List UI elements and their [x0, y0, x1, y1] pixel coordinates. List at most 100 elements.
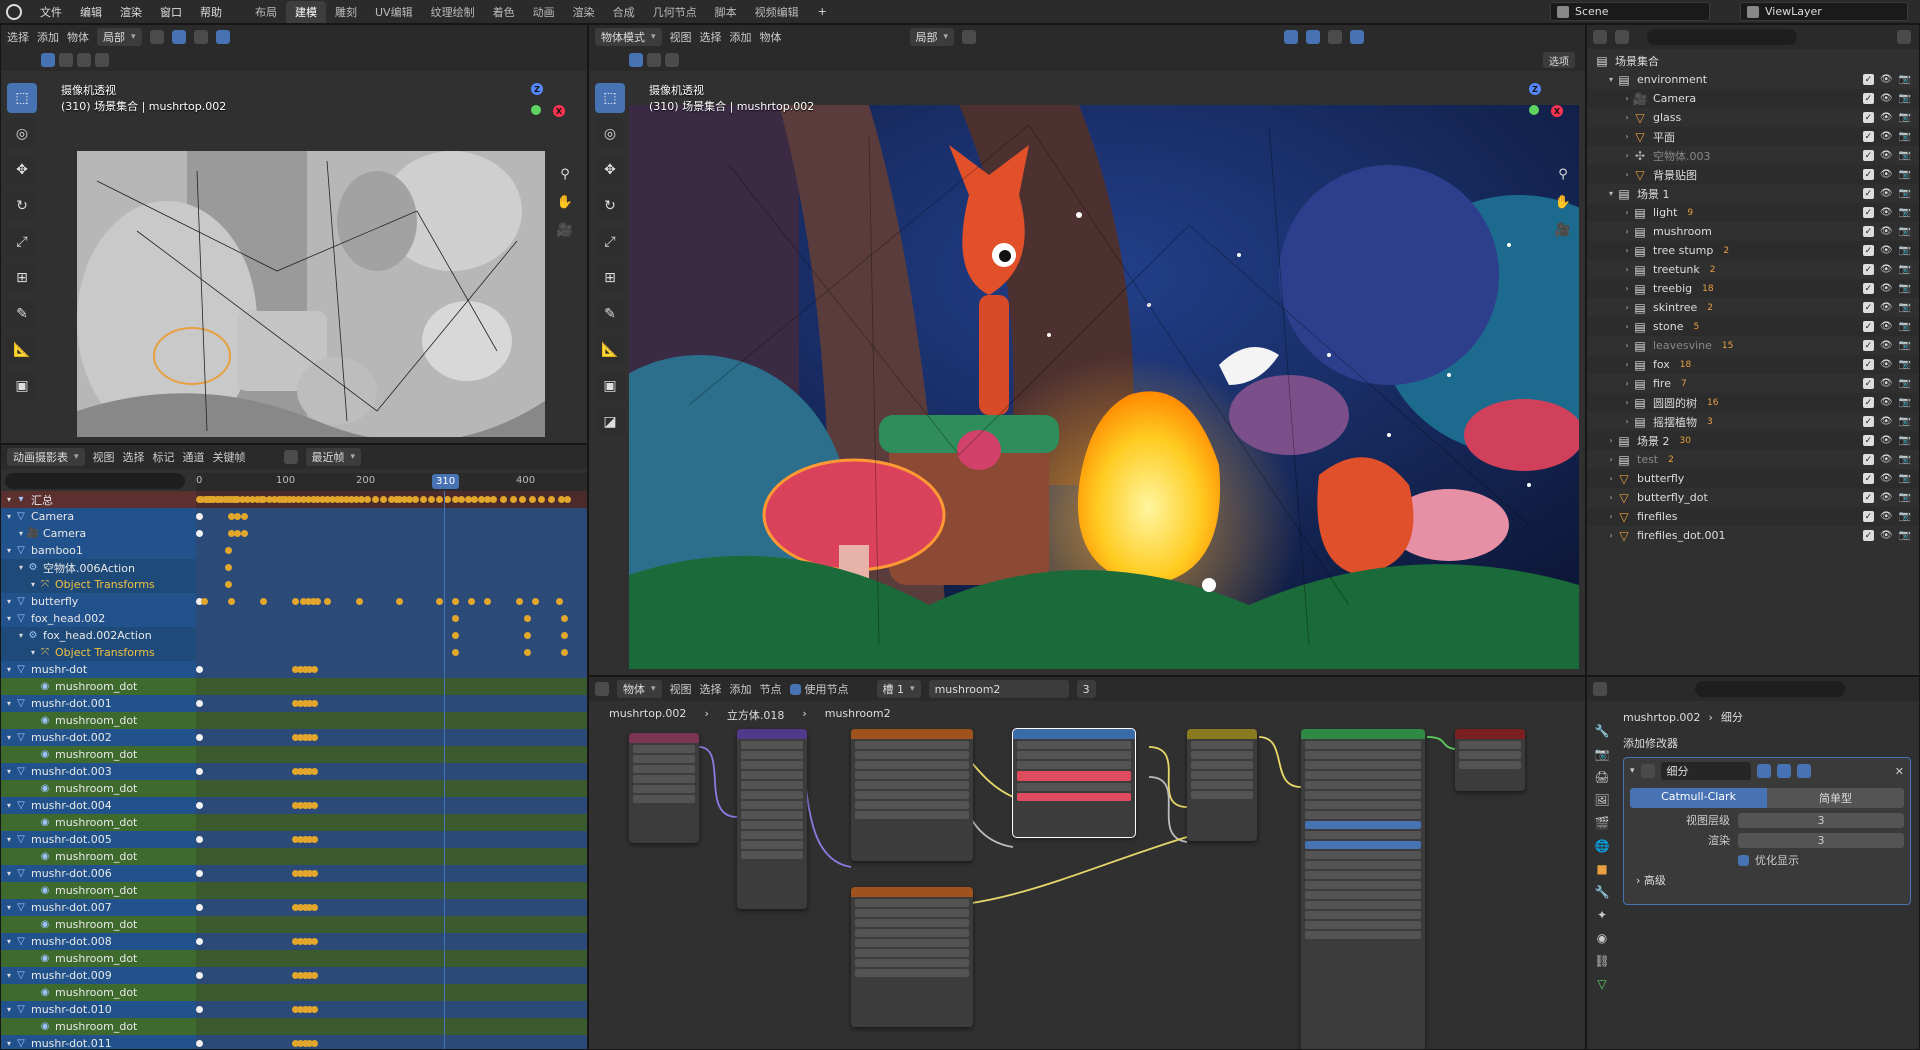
main-overlay-icon[interactable]	[1306, 30, 1321, 44]
render-camera-icon[interactable]: 📷	[1899, 359, 1911, 370]
keyframe-row[interactable]	[196, 627, 587, 644]
render-levels-field[interactable]: 3	[1738, 832, 1904, 848]
channel-expand-icon[interactable]: ▾	[3, 512, 15, 521]
shading-solid-icon[interactable]	[215, 30, 230, 44]
outliner-row[interactable]: › ▤ skintree 2 ✓ 👁 📷	[1587, 298, 1919, 317]
render-camera-icon[interactable]: 📷	[1899, 340, 1911, 351]
keyframe[interactable]	[196, 802, 203, 809]
keyframe[interactable]	[509, 496, 517, 503]
outliner-expand-icon[interactable]: ›	[1621, 227, 1633, 236]
scale-tool-icon[interactable]: ⤢	[7, 227, 37, 257]
keyframe-row[interactable]	[196, 712, 587, 729]
keyframe[interactable]	[528, 496, 536, 503]
channel-expand-icon[interactable]: ▾	[3, 495, 15, 504]
measure-tool-icon[interactable]: 📐	[7, 335, 37, 365]
keyframe[interactable]	[484, 598, 491, 605]
render-camera-icon[interactable]: 📷	[1899, 226, 1911, 237]
channel-row[interactable]: ▾ ⚙ 空物体.006Action	[1, 559, 196, 576]
keyframe-row[interactable]	[196, 695, 587, 712]
workspace-tab-1[interactable]: 建模	[286, 0, 326, 23]
exclude-checkbox[interactable]: ✓	[1862, 150, 1874, 161]
outliner-expand-icon[interactable]: ▾	[1605, 75, 1617, 84]
channel-expand-icon[interactable]: ▾	[3, 1005, 15, 1014]
outliner-expand-icon[interactable]: ›	[1621, 322, 1633, 331]
exclude-checkbox[interactable]: ✓	[1862, 93, 1874, 104]
keyframe[interactable]	[452, 615, 459, 622]
outliner-expand-icon[interactable]: ›	[1605, 436, 1617, 445]
select-tool-icon[interactable]: ⬚	[7, 83, 37, 113]
channel-row[interactable]: ▾ ▽ mushr-dot.007	[1, 899, 196, 916]
keyframe-row[interactable]	[196, 576, 587, 593]
select-extend-icon[interactable]	[59, 53, 73, 67]
workspace-tab-0[interactable]: 布局	[246, 1, 286, 23]
transform-tool-icon[interactable]: ⊞	[7, 263, 37, 293]
keyframe[interactable]	[311, 870, 319, 877]
keyframe[interactable]	[311, 734, 319, 741]
keyframe[interactable]	[532, 598, 539, 605]
keyframe[interactable]	[452, 632, 459, 639]
channel-expand-icon[interactable]: ▾	[15, 529, 27, 538]
outliner-row[interactable]: › ▤ fire 7 ✓ 👁 📷	[1587, 374, 1919, 393]
object-tab-icon[interactable]: ■	[1594, 861, 1610, 877]
render-camera-icon[interactable]: 📷	[1899, 188, 1911, 199]
keyframe-row[interactable]	[196, 1018, 587, 1035]
channel-row[interactable]: ▾ ▽ mushr-dot.001	[1, 695, 196, 712]
render-camera-icon[interactable]: 📷	[1899, 245, 1911, 256]
dopesheet-editor[interactable]: 动画摄影表 视图 选择 标记 通道 关键帧 最近帧 0100200400310 …	[0, 444, 588, 1050]
outliner-expand-icon[interactable]: ›	[1621, 246, 1633, 255]
render-camera-icon[interactable]: 📷	[1899, 264, 1911, 275]
main-rotate-tool-icon[interactable]: ↻	[595, 191, 625, 221]
outliner-root[interactable]: ▤ 场景集合	[1587, 51, 1919, 70]
eye-icon[interactable]: 👁	[1880, 416, 1893, 427]
main-vp-object-menu[interactable]: 物体	[760, 29, 782, 45]
keyframe[interactable]	[196, 530, 203, 537]
channel-row[interactable]: ▾ ⤧ Object Transforms	[1, 576, 196, 593]
keyframe-row[interactable]	[196, 610, 587, 627]
keyframe[interactable]	[428, 496, 435, 503]
rendered-scene-image[interactable]	[629, 105, 1579, 669]
exclude-checkbox[interactable]: ✓	[1862, 397, 1874, 408]
outliner-expand-icon[interactable]: ›	[1605, 512, 1617, 521]
keyframe[interactable]	[224, 581, 232, 588]
outliner-row[interactable]: › ✣ 空物体.003 ✓ 👁 📷	[1587, 146, 1919, 165]
keyframe[interactable]	[524, 615, 531, 622]
outliner-expand-icon[interactable]: ›	[1621, 379, 1633, 388]
main-zoom-icon[interactable]: ⚲	[1552, 163, 1574, 185]
main-transform-tool-icon[interactable]: ⊞	[595, 263, 625, 293]
constraints-tab-icon[interactable]: ⛓	[1594, 953, 1610, 969]
outliner-expand-icon[interactable]: ›	[1605, 474, 1617, 483]
keyframe-row[interactable]	[196, 661, 587, 678]
main-add-cube-tool-icon[interactable]: ▣	[595, 371, 625, 401]
keyframe[interactable]	[560, 649, 568, 656]
channel-row[interactable]: ▾ ⚙ fox_head.002Action	[1, 627, 196, 644]
ds-select-menu[interactable]: 选择	[123, 449, 145, 465]
keyframe[interactable]	[311, 938, 319, 945]
dopesheet-search[interactable]	[5, 473, 185, 489]
tool-tab-icon[interactable]: 🔧	[1594, 723, 1610, 739]
eye-icon[interactable]: 👁	[1880, 359, 1893, 370]
keyframe[interactable]	[240, 530, 248, 537]
main-scale-tool-icon[interactable]: ⤢	[595, 227, 625, 257]
exclude-checkbox[interactable]: ✓	[1862, 302, 1874, 313]
left-vp-orientation-dropdown[interactable]: 局部	[97, 28, 142, 46]
outliner-editor-type-icon[interactable]	[1593, 30, 1607, 44]
eye-icon[interactable]: 👁	[1880, 245, 1893, 256]
keyframe-row[interactable]	[196, 916, 587, 933]
main-vp-orientation-dropdown[interactable]: 局部	[909, 28, 955, 46]
eye-icon[interactable]: 👁	[1880, 131, 1893, 142]
eye-icon[interactable]: 👁	[1880, 454, 1893, 465]
outliner-expand-icon[interactable]: ›	[1621, 303, 1633, 312]
outliner-row[interactable]: › ▤ 场景 2 30 ✓ 👁 📷	[1587, 431, 1919, 450]
eye-icon[interactable]: 👁	[1880, 112, 1893, 123]
channel-expand-icon[interactable]: ▾	[3, 597, 15, 606]
keyframe[interactable]	[196, 513, 203, 520]
main-annotate-tool-icon[interactable]: ✎	[595, 299, 625, 329]
catmull-clark-tab[interactable]: Catmull-Clark	[1630, 788, 1767, 808]
render-camera-icon[interactable]: 📷	[1899, 473, 1911, 484]
channel-expand-icon[interactable]: ▾	[15, 563, 27, 572]
keyframe[interactable]	[436, 598, 443, 605]
pan-hand-icon[interactable]: ✋	[554, 191, 576, 213]
channel-expand-icon[interactable]: ▾	[3, 903, 15, 912]
channel-row[interactable]: ▾ ⤧ Object Transforms	[1, 644, 196, 661]
keyframe[interactable]	[452, 649, 459, 656]
